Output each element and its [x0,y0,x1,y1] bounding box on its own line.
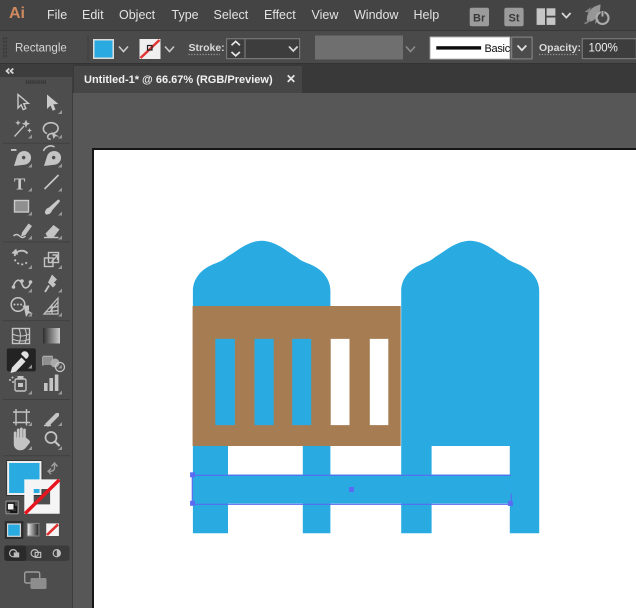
svg-text:Opacity:: Opacity: [539,42,581,54]
svg-text:100%: 100% [589,43,618,55]
svg-text:T: T [14,175,26,194]
svg-text:Br: Br [473,13,486,25]
svg-text:Rectangle: Rectangle [15,43,67,55]
svg-text:St: St [509,13,520,25]
svg-text:Stroke:: Stroke: [189,42,225,54]
svg-text:Basic: Basic [485,43,511,55]
